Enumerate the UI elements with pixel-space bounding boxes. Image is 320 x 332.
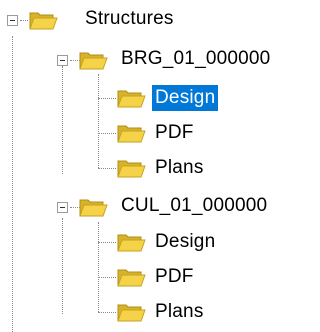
tree-node-brg-plans[interactable]: Plans — [0, 154, 283, 184]
tree-node-structures[interactable]: Structures — [0, 6, 283, 36]
folder-open-icon — [116, 266, 146, 288]
tree-node-label: Plans — [155, 157, 204, 178]
collapse-toggle-icon[interactable] — [57, 202, 68, 213]
folder-open-icon — [116, 231, 146, 253]
tree-node-label: PDF — [155, 266, 194, 287]
tree-node-label: Design — [155, 231, 216, 252]
folder-open-icon — [28, 9, 58, 31]
tree-node-cul-design[interactable]: Design — [0, 228, 283, 258]
tree-node-label: Structures — [85, 8, 174, 29]
tree-node-label: CUL_01_000000 — [121, 195, 268, 216]
folder-open-icon — [116, 301, 146, 323]
folder-tree: Structures BRG_01_000000 Design PDF Plan… — [0, 0, 283, 332]
tree-node-brg-pdf[interactable]: PDF — [0, 119, 283, 149]
collapse-toggle-icon[interactable] — [7, 15, 18, 26]
folder-open-icon — [116, 87, 146, 109]
tree-node-cul-plans[interactable]: Plans — [0, 298, 283, 328]
tree-node-cul-pdf[interactable]: PDF — [0, 263, 283, 293]
folder-open-icon — [78, 49, 108, 71]
tree-node-label: Plans — [155, 301, 204, 322]
tree-node-brg-design[interactable]: Design — [0, 84, 283, 114]
tree-node-label-selected: Design — [152, 85, 219, 111]
collapse-toggle-icon[interactable] — [57, 55, 68, 66]
tree-node-brg[interactable]: BRG_01_000000 — [0, 46, 283, 76]
tree-node-label: BRG_01_000000 — [121, 48, 271, 69]
folder-open-icon — [116, 122, 146, 144]
folder-open-icon — [116, 157, 146, 179]
tree-node-cul[interactable]: CUL_01_000000 — [0, 193, 283, 223]
tree-node-label: PDF — [155, 122, 194, 143]
folder-open-icon — [78, 196, 108, 218]
